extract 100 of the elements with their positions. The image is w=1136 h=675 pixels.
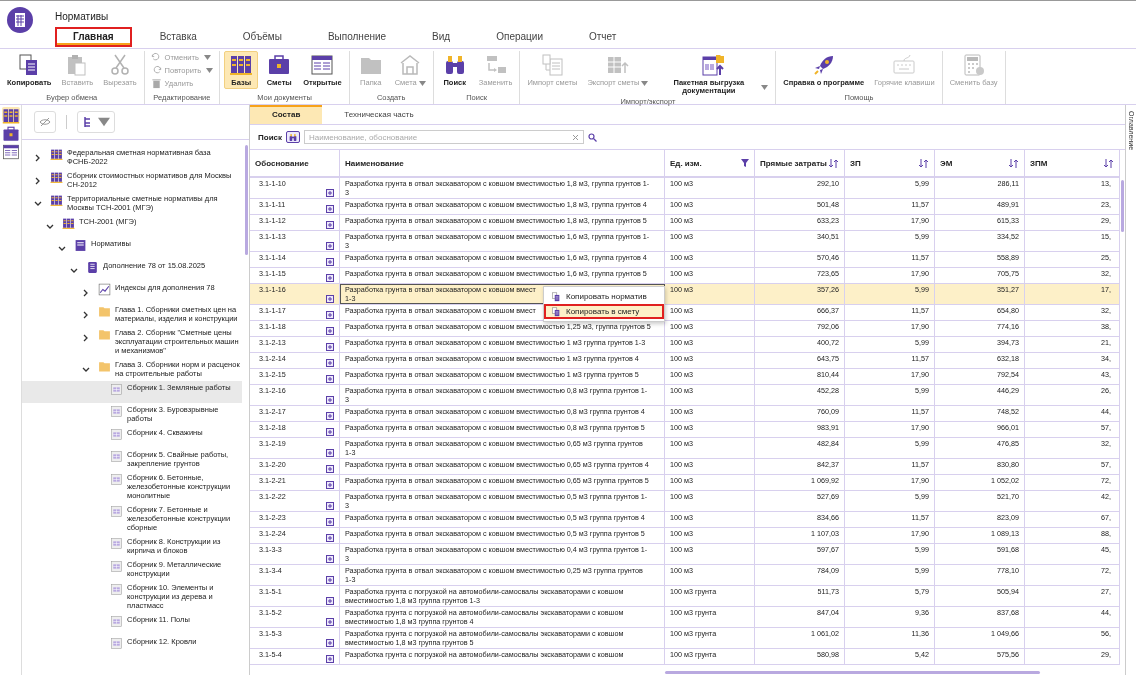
sort-icon[interactable] [828,158,839,168]
search-field[interactable]: Наименование, обоснование [304,130,584,144]
document-icon [110,637,123,650]
search-label: Поиск [258,132,282,142]
document-icon [110,450,123,463]
document-icon [110,560,123,573]
expand-icon[interactable] [326,311,334,319]
scrollbar[interactable] [245,145,248,255]
folder-icon [98,360,111,373]
expand-icon[interactable] [326,412,334,420]
document-icon [110,615,123,628]
expand-icon[interactable] [326,205,334,213]
document-icon [74,239,87,252]
expand-icon[interactable] [326,555,334,563]
binders-icon [1,107,20,125]
search-options-button[interactable] [286,131,300,143]
expand-icon[interactable] [326,274,334,282]
folder-icon [98,305,111,318]
scrollbar[interactable] [1121,180,1124,232]
expand-icon[interactable] [326,242,334,250]
expand-icon[interactable] [326,655,334,663]
table-icon [310,53,335,77]
expand-icon[interactable] [326,481,334,489]
search-icon[interactable] [588,132,597,142]
sidebar-button[interactable] [1,143,20,158]
column-header[interactable]: ЗП [845,150,935,176]
expand-icon[interactable] [326,327,334,335]
caret-icon [98,116,110,128]
sidebar-button[interactable] [1,107,20,122]
expand-icon[interactable] [326,465,334,473]
expand-icon[interactable] [326,295,334,303]
expand-icon[interactable] [326,502,334,510]
briefcase-icon [1,125,20,143]
window-title: Нормативы [55,11,110,24]
sort-icon[interactable] [1008,158,1019,168]
document-icon [110,505,123,518]
expand-icon[interactable] [326,396,334,404]
scrollbar[interactable] [665,671,1040,674]
binders-icon [50,171,63,184]
ribbon-tab[interactable]: Отчет [571,27,635,47]
table-icon [1,143,20,161]
copy-icon [551,291,561,302]
document-icon [110,583,123,596]
keyboard-icon [892,53,917,77]
expand-icon[interactable] [326,518,334,526]
column-header[interactable]: Наименование [340,150,665,176]
expand-icon[interactable] [326,618,334,626]
binoculars-icon [288,132,298,142]
ribbon-tab[interactable]: Выполнение [309,27,405,47]
clear-icon[interactable] [572,134,579,141]
document-upload-icon [701,53,726,77]
column-header[interactable]: Ед. изм. [665,150,755,176]
binders-icon [62,217,75,230]
expand-icon[interactable] [326,428,334,436]
expand-icon[interactable] [326,576,334,584]
document-icon [110,537,123,550]
sort-icon[interactable] [918,158,929,168]
content-tab[interactable]: Состав [250,105,323,124]
column-header[interactable]: Обоснование [250,150,340,176]
document-icon [110,473,123,486]
expand-icon[interactable] [326,534,334,542]
app-logo-icon [7,7,33,33]
menu-item[interactable]: Копировать в смету [544,304,664,319]
expand-icon[interactable] [326,639,334,647]
undo-icon [150,52,162,63]
filter-icon[interactable] [741,159,749,167]
binders-icon [50,148,63,161]
expand-icon[interactable] [326,221,334,229]
column-header[interactable]: ЗПМ [1025,150,1120,176]
chart-icon [98,283,111,296]
column-header[interactable]: ЭМ [935,150,1025,176]
trash-icon [150,78,162,89]
menu-item[interactable]: Копировать норматив [544,289,664,304]
sort-icon[interactable] [1103,158,1114,168]
expand-icon[interactable] [326,597,334,605]
expand-icon[interactable] [326,189,334,197]
ribbon-tab[interactable]: Вставка [141,27,215,47]
expand-icon[interactable] [326,343,334,351]
book-icon [86,261,99,274]
tree-view-dropdown[interactable] [77,111,115,133]
ribbon-tab[interactable]: Объёмы [224,27,300,47]
folder-icon [98,328,111,341]
expand-icon[interactable] [326,258,334,266]
ribbon-tab[interactable]: Главная [55,27,132,47]
column-header[interactable]: Прямые затраты [755,150,845,176]
document-icon [110,405,123,418]
copy-icon [551,306,561,317]
expand-icon[interactable] [326,359,334,367]
content-tab[interactable]: Техническая часть [322,105,436,124]
expand-icon[interactable] [326,449,334,457]
ribbon-tab[interactable]: Операции [478,27,561,47]
sidebar-button[interactable] [1,125,20,140]
import-document-icon [540,53,565,77]
document-icon [110,428,123,441]
ribbon-tab[interactable]: Вид [414,27,469,47]
hide-button[interactable] [34,111,56,133]
briefcase-icon [267,53,292,77]
eye-slash-icon [39,116,51,128]
expand-icon[interactable] [326,375,334,383]
calculator-icon [961,53,986,77]
